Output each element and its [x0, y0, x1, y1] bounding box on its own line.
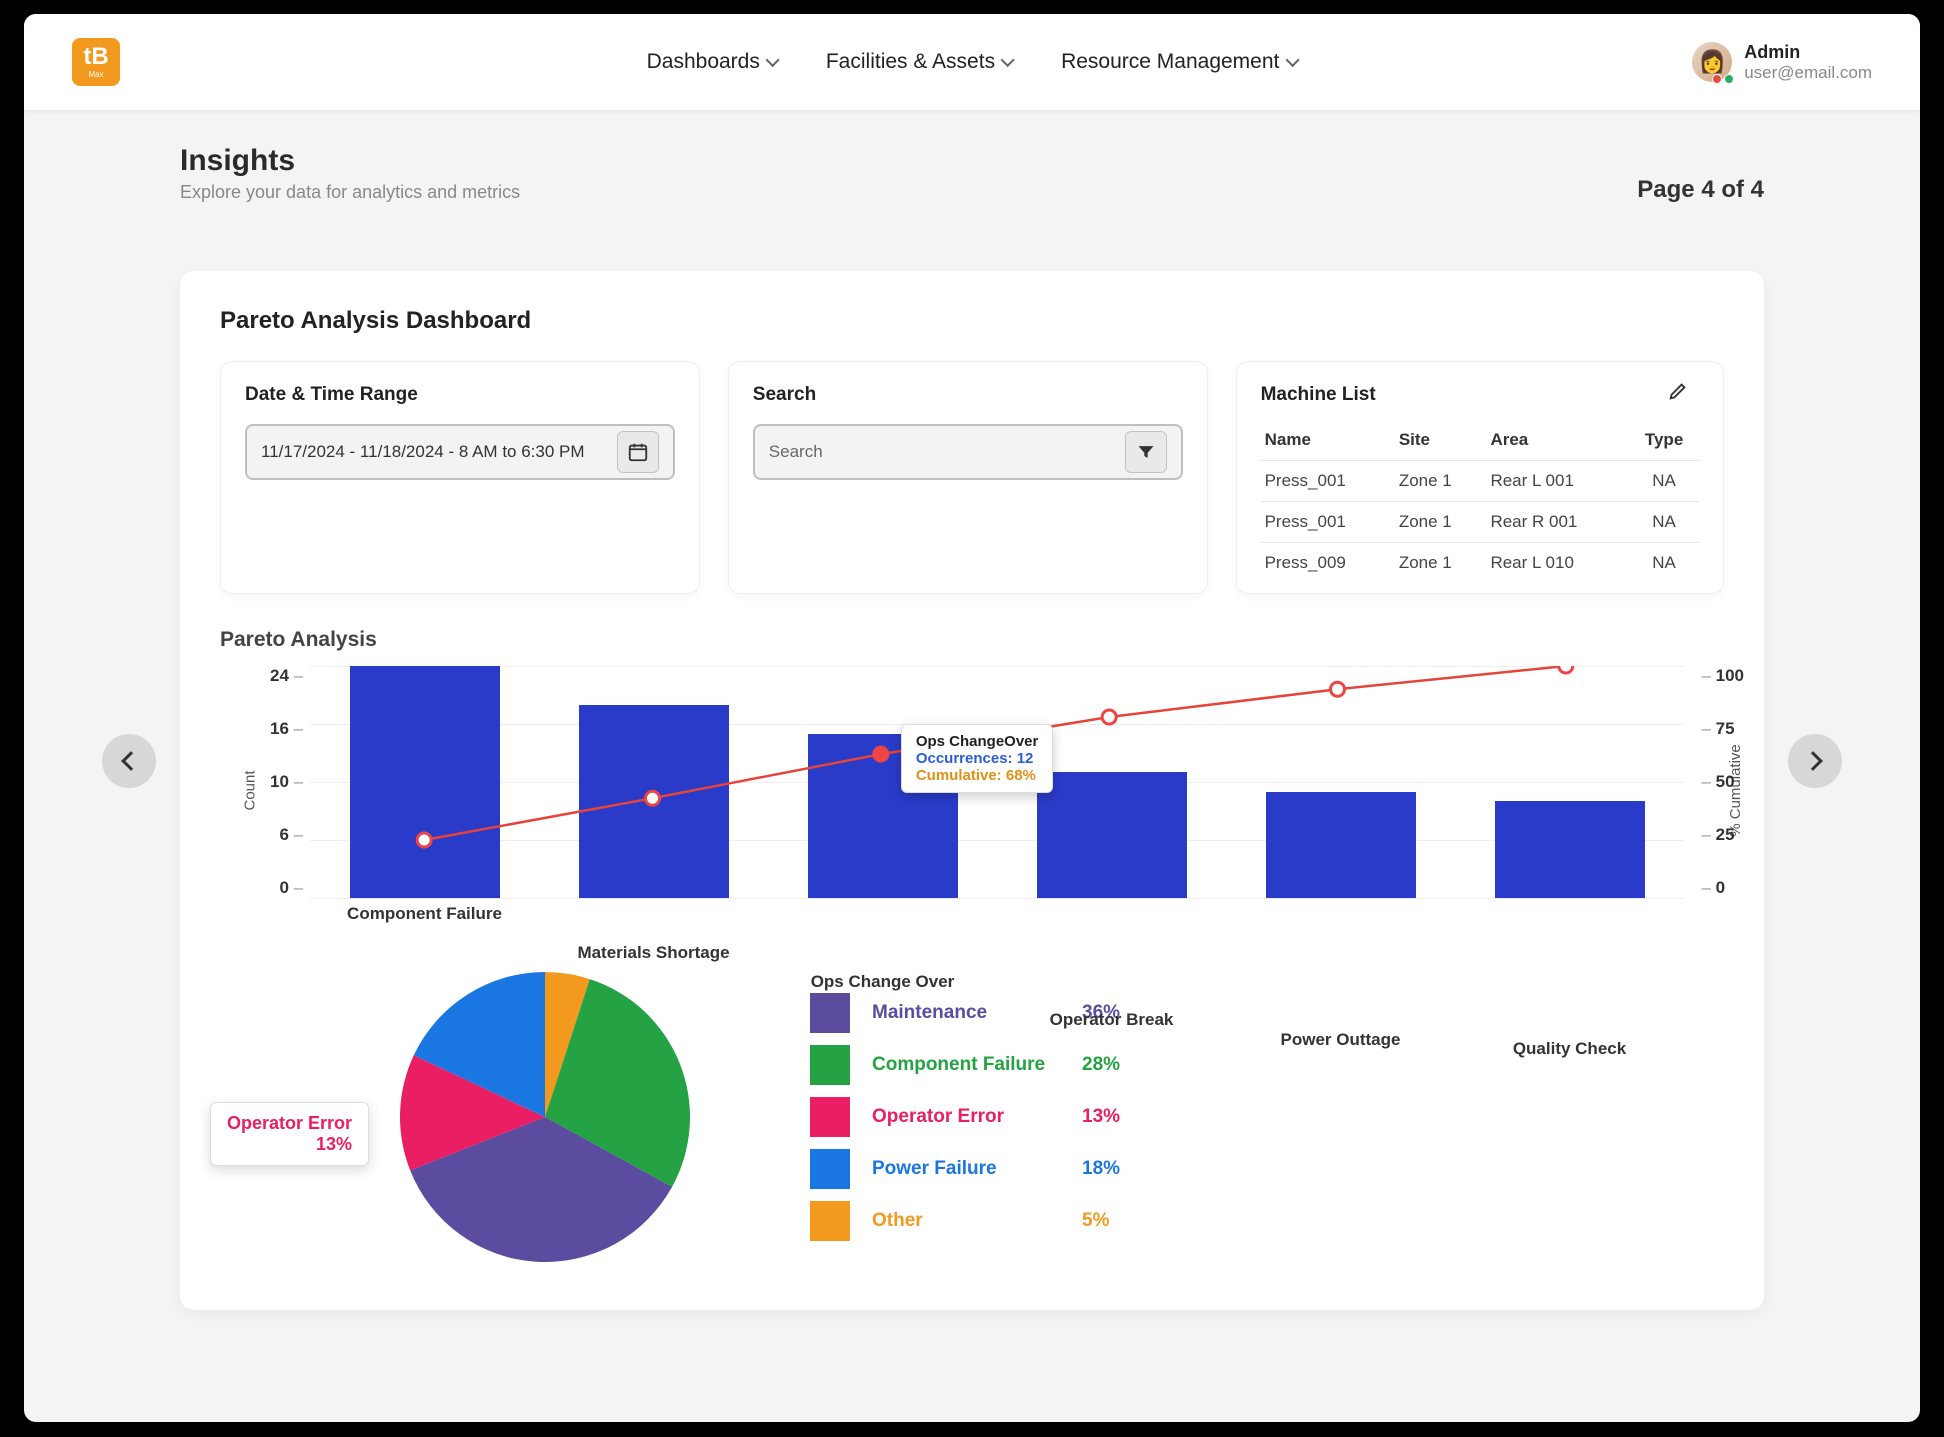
panel-search: Search Search — [728, 361, 1208, 594]
prev-page-button[interactable] — [102, 734, 156, 788]
nav-resource[interactable]: Resource Management — [1061, 50, 1297, 74]
table-row[interactable]: Press_001Zone 1Rear L 001NA — [1261, 461, 1699, 502]
pareto-chart: Count % Cumulative 24161060 1007550250 C… — [280, 666, 1684, 926]
chevron-down-icon — [1285, 53, 1299, 67]
chevron-left-icon — [121, 751, 141, 771]
table-row[interactable]: Press_009Zone 1Rear L 010NA — [1261, 543, 1699, 584]
nav-facilities[interactable]: Facilities & Assets — [826, 50, 1013, 74]
legend-item[interactable]: Component Failure 28% — [810, 1045, 1120, 1085]
next-page-button[interactable] — [1788, 734, 1842, 788]
legend-pct: 13% — [1082, 1106, 1120, 1128]
dashboard-card: Pareto Analysis Dashboard Date & Time Ra… — [180, 271, 1764, 1310]
panel-title: Date & Time Range — [245, 384, 675, 406]
legend-label: Power Failure — [872, 1158, 1060, 1180]
dashboard-title: Pareto Analysis Dashboard — [220, 307, 1724, 335]
top-bar: tBMax Dashboards Facilities & Assets Res… — [24, 14, 1920, 110]
legend-swatch — [810, 993, 850, 1033]
bar-label: Operator Break — [1050, 1010, 1174, 1030]
bar-label: Materials Shortage — [577, 943, 729, 963]
user-menu[interactable]: 👩 Admin user@email.com — [1692, 42, 1872, 83]
legend-swatch — [810, 1201, 850, 1241]
legend-item[interactable]: Operator Error 13% — [810, 1097, 1120, 1137]
legend-pct: 18% — [1082, 1158, 1120, 1180]
date-range-input[interactable]: 11/17/2024 - 11/18/2024 - 8 AM to 6:30 P… — [245, 424, 675, 480]
legend-swatch — [810, 1097, 850, 1137]
bar-label: Component Failure — [347, 904, 502, 924]
pareto-title: Pareto Analysis — [220, 628, 1724, 652]
legend-pct: 5% — [1082, 1210, 1109, 1232]
logo: tBMax — [72, 38, 120, 86]
legend-label: Operator Error — [872, 1106, 1060, 1128]
machine-table: NameSiteAreaType Press_001Zone 1Rear L 0… — [1261, 424, 1699, 583]
page-title: Insights — [180, 144, 1764, 178]
pie-callout: Operator Error 13% — [210, 1102, 369, 1166]
legend-label: Component Failure — [872, 1054, 1060, 1076]
panel-title: Search — [753, 384, 1183, 406]
user-email: user@email.com — [1744, 63, 1872, 83]
legend-label: Maintenance — [872, 1002, 1060, 1024]
filter-icon[interactable] — [1125, 431, 1167, 473]
page-subtitle: Explore your data for analytics and metr… — [180, 182, 1764, 203]
avatar: 👩 — [1692, 42, 1732, 82]
panel-date-range: Date & Time Range 11/17/2024 - 11/18/202… — [220, 361, 700, 594]
bar-label: Power Outtage — [1281, 1030, 1401, 1050]
table-row[interactable]: Press_001Zone 1Rear R 001NA — [1261, 502, 1699, 543]
user-name: Admin — [1744, 42, 1872, 63]
legend-item[interactable]: Power Failure 18% — [810, 1149, 1120, 1189]
chevron-right-icon — [1803, 751, 1823, 771]
panel-title: Machine List — [1261, 384, 1376, 406]
legend-swatch — [810, 1149, 850, 1189]
nav-dashboards[interactable]: Dashboards — [647, 50, 778, 74]
search-input[interactable]: Search — [753, 424, 1183, 480]
page-number: Page 4 of 4 — [1637, 176, 1764, 204]
y-axis-left-label: Count — [242, 770, 259, 810]
bar-label: Quality Check — [1513, 1039, 1626, 1059]
legend-pct: 28% — [1082, 1054, 1120, 1076]
chart-tooltip: Ops ChangeOver Occurrences: 12 Cumulativ… — [901, 724, 1054, 793]
top-nav: Dashboards Facilities & Assets Resource … — [647, 50, 1298, 74]
calendar-icon[interactable] — [617, 431, 659, 473]
y-axis-left: 24161060 — [270, 666, 303, 898]
chevron-down-icon — [766, 53, 780, 67]
chevron-down-icon — [1001, 53, 1015, 67]
y-axis-right: 1007550250 — [1701, 666, 1744, 898]
edit-icon[interactable] — [1667, 380, 1691, 404]
panel-machine-list: Machine List NameSiteAreaType Press_001Z… — [1236, 361, 1724, 594]
legend-label: Other — [872, 1210, 1060, 1232]
legend-item[interactable]: Other 5% — [810, 1201, 1120, 1241]
pie-chart: Operator Error 13% — [400, 972, 690, 1262]
legend-swatch — [810, 1045, 850, 1085]
bar-label: Ops Change Over — [811, 972, 955, 992]
